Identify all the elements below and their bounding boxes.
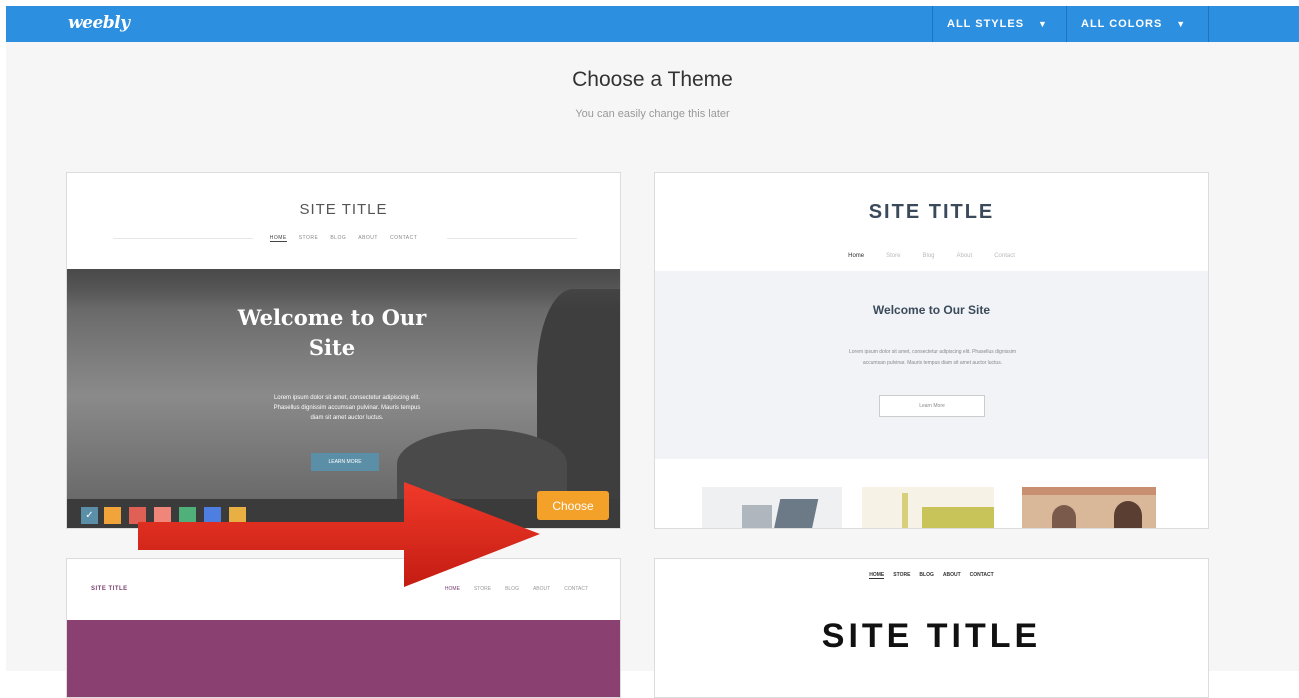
- nav-item: Home: [848, 253, 865, 259]
- theme-card-2[interactable]: SITE TITLE Home Store Blog About Contact…: [654, 172, 1209, 529]
- nav-item: Store: [886, 253, 901, 259]
- nav-item: CONTACT: [969, 572, 994, 578]
- choose-button[interactable]: Choose: [537, 491, 609, 520]
- all-colors-label: ALL COLORS: [1081, 18, 1163, 30]
- vase-shape: [922, 507, 994, 528]
- nav-item: CONTACT: [389, 235, 418, 241]
- check-icon: ✓: [85, 510, 94, 521]
- nav-item: CONTACT: [564, 586, 588, 592]
- nav-item: Contact: [994, 253, 1015, 259]
- learn-more-button: Learn More: [879, 395, 985, 417]
- theme-nav: Home Store Blog About Contact: [655, 253, 1208, 259]
- theme-site-title: SITE TITLE: [299, 201, 388, 218]
- all-styles-dropdown[interactable]: ALL STYLES ▼: [932, 6, 1066, 42]
- theme-site-title: SITE TITLE: [868, 201, 995, 223]
- nav-item: About: [956, 253, 973, 259]
- theme-site-title: SITE TITLE: [91, 586, 128, 592]
- theme-hero: Welcome to Our Site Lorem ipsum dolor si…: [655, 271, 1208, 459]
- theme-site-title: SITE TITLE: [821, 617, 1042, 655]
- theme-hero-body: Lorem ipsum dolor sit amet, consectetur …: [848, 349, 1017, 366]
- theme-nav: HOME STORE BLOG ABOUT CONTACT: [655, 572, 1208, 579]
- nav-item: ABOUT: [942, 572, 961, 578]
- theme-hero-title: Welcome to Our Site: [237, 305, 427, 360]
- color-swatch[interactable]: [104, 507, 121, 524]
- nav-item: BLOG: [919, 572, 934, 578]
- pillow-shape: [742, 505, 772, 528]
- color-swatch-selected[interactable]: ✓: [81, 507, 98, 524]
- nav-item: HOME: [269, 235, 287, 242]
- nav-item: STORE: [298, 235, 319, 241]
- all-colors-dropdown[interactable]: ALL COLORS ▼: [1066, 6, 1209, 42]
- top-bar: weebly ALL STYLES ▼ ALL COLORS ▼: [6, 6, 1299, 42]
- person-shape: [1114, 501, 1142, 528]
- vase-shape: [902, 493, 908, 528]
- arrow-right-icon: [138, 482, 540, 587]
- nav-item: ABOUT: [358, 235, 378, 241]
- theme-hero-image: Welcome to Our Site Lorem ipsum dolor si…: [67, 269, 620, 499]
- thumbnail-image: [1022, 487, 1156, 528]
- thumbnail-image: [862, 487, 994, 528]
- chevron-down-icon: ▼: [1038, 19, 1048, 29]
- shelf-shape: [1022, 487, 1156, 495]
- page-subtitle: You can easily change this later: [575, 108, 730, 120]
- theme-hero-title: Welcome to Our Site: [872, 303, 991, 317]
- theme-nav: HOME STORE BLOG ABOUT CONTACT: [67, 235, 620, 242]
- chevron-down-icon: ▼: [1176, 19, 1187, 29]
- page-title: Choose a Theme: [572, 68, 733, 91]
- learn-more-button: LEARN MORE: [311, 453, 379, 471]
- nav-item: BLOG: [330, 235, 347, 241]
- thumbnail-image: [702, 487, 842, 528]
- weebly-logo[interactable]: weebly: [68, 13, 130, 33]
- theme-hero-band: [67, 620, 620, 697]
- person-shape: [1052, 505, 1076, 528]
- theme-card-4[interactable]: HOME STORE BLOG ABOUT CONTACT SITE TITLE: [654, 558, 1209, 698]
- all-styles-label: ALL STYLES: [947, 18, 1025, 30]
- nav-item: HOME: [869, 572, 885, 579]
- theme-hero-body: Lorem ipsum dolor sit amet, consectetur …: [273, 395, 421, 421]
- pillow-shape: [773, 499, 819, 528]
- nav-item: Blog: [922, 253, 935, 259]
- nav-item: STORE: [893, 572, 911, 578]
- theme-card-1[interactable]: SITE TITLE HOME STORE BLOG ABOUT CONTACT…: [66, 172, 621, 529]
